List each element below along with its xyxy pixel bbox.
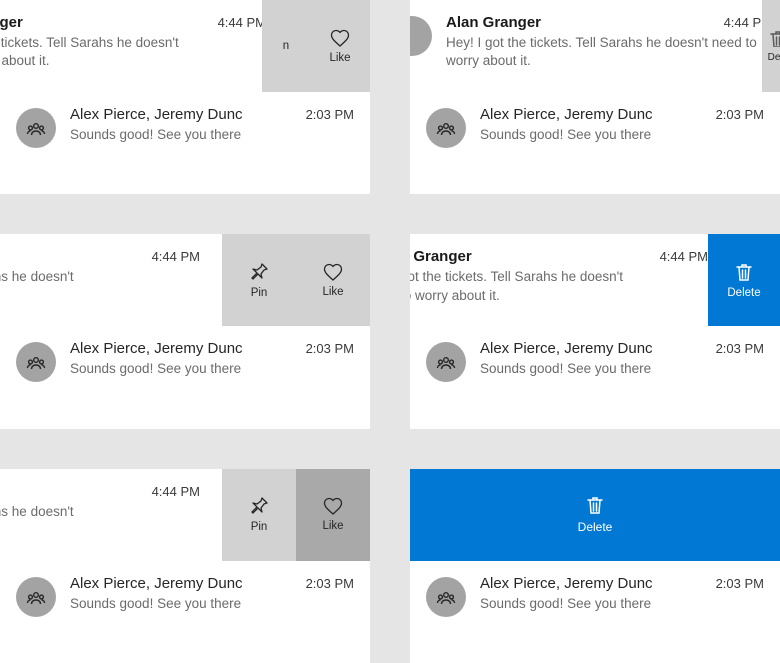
sender-name: Alex Pierce, Jeremy Dunc — [70, 340, 243, 357]
pin-action[interactable]: Pin — [222, 234, 296, 326]
group-icon — [26, 353, 46, 371]
message-item[interactable]: Alex Pierce, Jeremy Dunc 2:03 PM Sounds … — [0, 326, 370, 428]
message-preview: Sounds good! See you there — [70, 126, 354, 144]
group-avatar — [426, 108, 466, 148]
message-time: 2:03 PM — [716, 576, 764, 591]
avatar — [410, 16, 432, 56]
trash-icon — [768, 29, 780, 47]
card-5: er 4:44 PM ets. Tell Sarahs he doesn't o… — [0, 469, 370, 663]
message-preview: Sounds good! See you there — [70, 360, 354, 378]
swipe-actions: n Like — [262, 0, 370, 92]
group-avatar — [16, 342, 56, 382]
message-time: 2:03 PM — [306, 107, 354, 122]
trash-icon — [734, 262, 754, 282]
heart-icon — [323, 497, 343, 515]
message-time: 4:44 PM — [152, 249, 200, 264]
message-preview: ets. Tell Sarahs he doesn't out it. — [0, 503, 200, 539]
pin-icon — [249, 262, 269, 282]
delete-action[interactable]: De — [762, 0, 780, 92]
message-time: 2:03 PM — [306, 341, 354, 356]
group-avatar — [16, 108, 56, 148]
message-time: 2:03 PM — [306, 576, 354, 591]
sender-name: Alex Pierce, Jeremy Dunc — [70, 575, 243, 592]
group-icon — [436, 119, 456, 137]
message-item[interactable]: Delete — [410, 469, 780, 561]
like-action[interactable]: Like — [296, 234, 370, 326]
message-item[interactable]: Alex Pierce, Jeremy Dunc 2:03 PM Sounds … — [410, 326, 780, 428]
like-action[interactable]: Like — [296, 469, 370, 561]
sender-name: Alex Pierce, Jeremy Dunc — [70, 106, 243, 123]
card-6: Delete Alex Pierce, Jeremy Dunc 2:03 PM … — [410, 469, 780, 663]
message-preview: he tickets. Tell Sarahs he doesn't rry a… — [0, 34, 266, 70]
group-icon — [26, 119, 46, 137]
message-preview: Sounds good! See you there — [480, 595, 764, 613]
sender-name: Alan Granger — [446, 14, 541, 31]
message-preview: got the tickets. Tell Sarahs he doesn't … — [410, 268, 708, 304]
sender-name: Alex Pierce, Jeremy Dunc — [480, 106, 653, 123]
sender-name: Alex Pierce, Jeremy Dunc — [480, 340, 653, 357]
message-preview: Sounds good! See you there — [480, 126, 764, 144]
message-time: 4:44 PM — [152, 484, 200, 499]
sender-name: n Granger — [410, 248, 472, 265]
delete-action[interactable]: Delete — [708, 234, 780, 326]
pin-action[interactable]: n — [262, 0, 310, 92]
card-4: n Granger 4:44 PM got the tickets. Tell … — [410, 234, 780, 428]
swipe-actions: Pin Like — [222, 234, 370, 326]
message-preview: Sounds good! See you there — [70, 595, 354, 613]
swipe-actions: Pin Like — [222, 469, 370, 561]
message-item[interactable]: Alex Pierce, Jeremy Dunc 2:03 PM Sounds … — [410, 92, 780, 194]
sender-name: Alex Pierce, Jeremy Dunc — [480, 575, 653, 592]
message-item[interactable]: n Granger 4:44 PM got the tickets. Tell … — [410, 234, 780, 326]
card-2: Alan Granger 4:44 PM Hey! I got the tick… — [410, 0, 780, 194]
delete-action[interactable]: Delete — [410, 469, 780, 561]
heart-icon — [330, 29, 350, 47]
pin-action[interactable]: Pin — [222, 469, 296, 561]
message-item[interactable]: Alan Granger 4:44 PM Hey! I got the tick… — [410, 0, 780, 92]
like-action[interactable]: Like — [310, 0, 370, 92]
group-avatar — [426, 342, 466, 382]
pin-icon — [249, 496, 269, 516]
message-item[interactable]: er 4:44 PM ets. Tell Sarahs he doesn't o… — [0, 469, 370, 561]
message-item[interactable]: Alex Pierce, Jeremy Dunc 2:03 PM Sounds … — [0, 92, 370, 194]
swipe-actions: De — [762, 0, 780, 92]
sender-name: anger — [0, 14, 23, 31]
message-item[interactable]: er 4:44 PM ets. Tell Sarahs he doesn't o… — [0, 234, 370, 326]
message-preview: ets. Tell Sarahs he doesn't out it. — [0, 268, 200, 304]
message-item[interactable]: anger 4:44 PM he tickets. Tell Sarahs he… — [0, 0, 370, 92]
message-time: 2:03 PM — [716, 341, 764, 356]
group-icon — [26, 588, 46, 606]
message-preview: Hey! I got the tickets. Tell Sarahs he d… — [446, 34, 772, 70]
message-item[interactable]: Alex Pierce, Jeremy Dunc 2:03 PM Sounds … — [410, 561, 780, 663]
group-icon — [436, 588, 456, 606]
message-item[interactable]: Alex Pierce, Jeremy Dunc 2:03 PM Sounds … — [0, 561, 370, 663]
message-time: 4:44 PM — [660, 249, 708, 264]
group-avatar — [426, 577, 466, 617]
trash-icon — [585, 495, 605, 515]
heart-icon — [323, 263, 343, 281]
card-3: er 4:44 PM ets. Tell Sarahs he doesn't o… — [0, 234, 370, 428]
group-avatar — [16, 577, 56, 617]
swipe-actions: Delete — [708, 234, 780, 326]
card-1: anger 4:44 PM he tickets. Tell Sarahs he… — [0, 0, 370, 194]
message-time: 4:44 PM — [218, 15, 266, 30]
group-icon — [436, 353, 456, 371]
message-preview: Sounds good! See you there — [480, 360, 764, 378]
message-time: 2:03 PM — [716, 107, 764, 122]
